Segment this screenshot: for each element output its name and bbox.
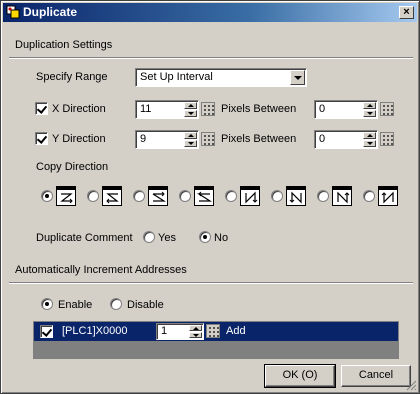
close-icon: × [403,6,410,18]
specify-range-value: Set Up Interval [140,71,213,83]
x-pixels-between-input[interactable]: 0 [314,100,378,119]
spin-up-icon[interactable] [184,132,197,139]
copy-direction-radio-4[interactable] [179,190,191,202]
disable-radio[interactable] [110,298,122,310]
row-add-label: Add [226,325,246,337]
list-item [34,341,398,358]
y-pixels-spinner[interactable] [363,132,376,147]
spin-down-icon[interactable] [363,110,376,117]
resize-grip-icon[interactable] [405,379,417,391]
copy-direction-mirror-z-icon[interactable] [102,186,122,206]
copy-direction-radio-5[interactable] [225,190,237,202]
divider [9,282,413,284]
disable-label: Disable [127,299,164,311]
cancel-button[interactable]: Cancel [341,365,411,387]
row-increment-value: 1 [161,325,168,337]
x-direction-input[interactable]: 11 [135,100,199,119]
x-pixels-between-label: Pixels Between [221,103,297,115]
x-direction-spinner[interactable] [184,102,197,117]
spin-up-icon[interactable] [184,102,197,109]
keypad-icon[interactable] [201,102,215,116]
spin-down-icon[interactable] [189,332,202,338]
duplicate-comment-label: Duplicate Comment [36,232,133,244]
spin-down-icon[interactable] [184,140,197,147]
copy-direction-rev-n-icon[interactable] [286,186,306,206]
duplicate-comment-yes-radio[interactable] [143,231,155,243]
enable-label: Enable [58,299,93,311]
specify-range-select[interactable]: Set Up Interval [135,68,307,87]
duplicate-comment-no-label: No [214,232,229,244]
duplicate-comment-yes-label: Yes [158,232,176,244]
title-bar: Duplicate × [3,3,417,22]
copy-direction-up-n-icon[interactable] [332,186,352,206]
copy-direction-radio-2[interactable] [87,190,99,202]
divider [9,57,413,59]
copy-direction-radio-8[interactable] [363,190,375,202]
y-direction-checkbox[interactable] [35,132,48,145]
x-direction-value: 11 [140,103,152,115]
auto-increment-heading: Automatically Increment Addresses [15,264,187,276]
duplication-settings-heading: Duplication Settings [15,39,113,51]
copy-direction-z-icon[interactable] [56,186,76,206]
close-button[interactable]: × [399,6,414,19]
spin-up-icon[interactable] [189,325,202,331]
x-pixels-spinner[interactable] [363,102,376,117]
spin-up-icon[interactable] [363,102,376,109]
enable-radio[interactable] [41,298,53,310]
ok-button[interactable]: OK (O) [264,364,336,388]
y-direction-input[interactable]: 9 [135,130,199,149]
table-row[interactable]: [PLC1]X0000 1 Add [34,322,398,341]
spin-down-icon[interactable] [363,140,376,147]
keypad-icon[interactable] [206,324,220,338]
address-list: [PLC1]X0000 1 Add [33,321,399,359]
copy-direction-radio-1[interactable] [41,190,53,202]
keypad-icon[interactable] [201,132,215,146]
y-pixels-between-value: 0 [319,133,326,145]
keypad-icon[interactable] [380,102,394,116]
spin-down-icon[interactable] [184,110,197,117]
keypad-icon[interactable] [380,132,394,146]
copy-direction-radio-3[interactable] [133,190,145,202]
duplicate-dialog: Duplicate × Duplication Settings Specify… [0,0,420,394]
chevron-down-icon[interactable] [290,70,305,85]
duplicate-icon [6,5,20,19]
copy-direction-rev-z-icon[interactable] [148,186,168,206]
y-pixels-between-input[interactable]: 0 [314,130,378,149]
copy-direction-up-rev-n-icon[interactable] [378,186,398,206]
row-address: [PLC1]X0000 [62,325,128,337]
row-checkbox[interactable] [40,325,53,338]
y-pixels-between-label: Pixels Between [221,133,297,145]
row-increment-spinner[interactable] [189,325,202,338]
window-title: Duplicate [23,5,78,19]
copy-direction-radio-7[interactable] [317,190,329,202]
row-increment-input[interactable]: 1 [156,323,204,340]
y-direction-spinner[interactable] [184,132,197,147]
x-direction-label: X Direction [52,103,106,115]
x-pixels-between-value: 0 [319,103,326,115]
spin-up-icon[interactable] [363,132,376,139]
y-direction-value: 9 [140,133,147,145]
y-direction-label: Y Direction [52,133,106,145]
copy-direction-label: Copy Direction [36,161,109,173]
copy-direction-radio-6[interactable] [271,190,283,202]
x-direction-checkbox[interactable] [35,102,48,115]
copy-direction-up-z-icon[interactable] [194,186,214,206]
copy-direction-n-icon[interactable] [240,186,260,206]
duplicate-comment-no-radio[interactable] [199,231,211,243]
specify-range-label: Specify Range [36,71,108,83]
